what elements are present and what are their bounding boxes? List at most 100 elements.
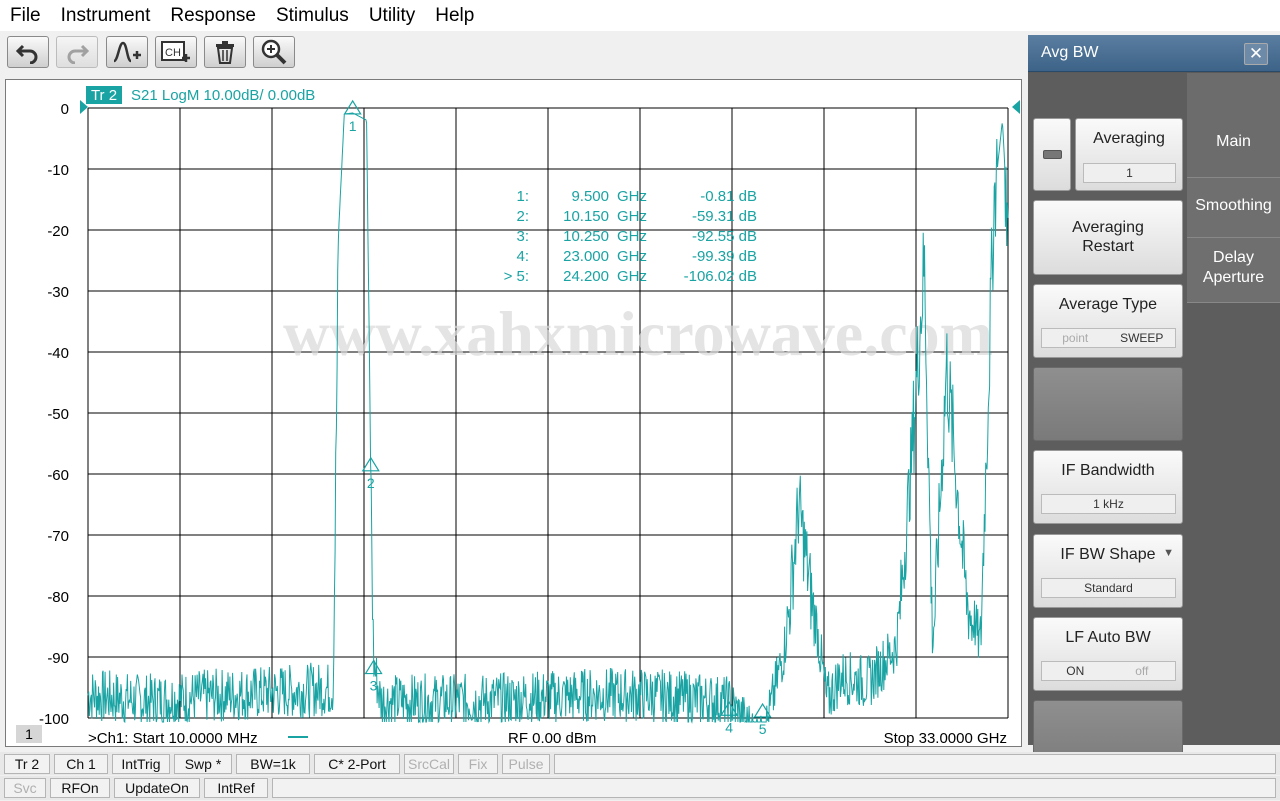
ref-arrow-right (1012, 100, 1020, 114)
menu-instrument[interactable]: Instrument (51, 0, 161, 31)
svg-text:CH: CH (165, 47, 181, 59)
panel-title-bar: Avg BW ✕ (1028, 35, 1280, 72)
status-srccal[interactable]: SrcCal (404, 754, 454, 774)
marker-readout-num: 2: (516, 208, 529, 225)
marker-readout-value: -0.81 dB (700, 188, 757, 205)
menu-bar: File Instrument Response Stimulus Utilit… (0, 0, 1280, 31)
marker-readout-value: -99.39 dB (692, 248, 757, 265)
marker-readout-unit: GHz (617, 248, 647, 265)
menu-utility[interactable]: Utility (359, 0, 425, 31)
average-type-button[interactable]: Average Type point SWEEP (1033, 284, 1183, 358)
trace-plot[interactable]: 0 -10 -20 -30 -40 -50 -60 -70 -80 -90 -100 www.xah… (5, 79, 1022, 747)
menu-file[interactable]: File (0, 0, 51, 31)
average-type-switch[interactable]: point SWEEP (1041, 328, 1176, 348)
y-tick-label: -40 (47, 345, 69, 362)
status-sweep[interactable]: Swp * (174, 754, 232, 774)
redo-button[interactable] (56, 36, 98, 68)
marker-readout-value: -106.02 dB (684, 268, 757, 285)
if-bw-shape-value[interactable]: Standard (1041, 578, 1176, 598)
empty-slot-1 (1033, 367, 1183, 441)
average-type-point[interactable]: point (1042, 329, 1109, 347)
marker-readout-freq: 23.000 (563, 248, 609, 265)
status-bar-top: Tr 2 Ch 1 IntTrig Swp * BW=1k C* 2-Port … (0, 752, 1280, 775)
channel-badge[interactable]: 1 (25, 726, 33, 742)
marker-number: 5 (759, 721, 767, 737)
status-fix[interactable]: Fix (458, 754, 498, 774)
status-channel[interactable]: Ch 1 (54, 754, 108, 774)
status-intref[interactable]: IntRef (204, 778, 268, 798)
marker-readout-freq: 10.250 (563, 228, 609, 245)
marker-readout-unit: GHz (617, 268, 647, 285)
menu-stimulus[interactable]: Stimulus (266, 0, 359, 31)
lf-auto-bw-off[interactable]: off (1109, 662, 1176, 680)
trace-label[interactable]: S21 LogM 10.00dB/ 0.00dB (131, 87, 315, 104)
y-tick-label: -70 (47, 528, 69, 545)
lf-auto-bw-switch[interactable]: ON off (1041, 661, 1176, 681)
trash-icon (216, 41, 234, 64)
status-calibration[interactable]: C* 2-Port (314, 754, 400, 774)
status-trigger[interactable]: IntTrig (112, 754, 170, 774)
averaging-toggle[interactable] (1033, 118, 1071, 191)
y-tick-label: -100 (39, 711, 69, 728)
marker-readout-unit: GHz (617, 228, 647, 245)
status-pulse[interactable]: Pulse (502, 754, 550, 774)
delete-button[interactable] (204, 36, 246, 68)
status-svc[interactable]: Svc (4, 778, 46, 798)
average-type-sweep[interactable]: SWEEP (1109, 329, 1176, 347)
tab-smoothing[interactable]: Smoothing (1187, 177, 1280, 237)
tab-delay-aperture[interactable]: Delay Aperture (1187, 237, 1280, 303)
add-channel-button[interactable]: CH (155, 36, 197, 68)
menu-response[interactable]: Response (160, 0, 266, 31)
marker-readout-freq: 10.150 (563, 208, 609, 225)
marker-number: 3 (370, 678, 378, 694)
status-rfon[interactable]: RFOn (50, 778, 110, 798)
trace-tag[interactable]: Tr 2 (91, 87, 117, 104)
averaging-button[interactable]: Averaging 1 (1075, 118, 1183, 191)
marker-readout-unit: GHz (617, 208, 647, 225)
status-trace[interactable]: Tr 2 (4, 754, 50, 774)
y-tick-label: -20 (47, 223, 69, 240)
if-bandwidth-button[interactable]: IF Bandwidth 1 kHz (1033, 450, 1183, 524)
panel-body: Main Smoothing Delay Aperture Averaging … (1028, 73, 1280, 774)
status-bar-bottom: Svc RFOn UpdateOn IntRef (0, 776, 1280, 800)
y-tick-label: -30 (47, 284, 69, 301)
panel-title: Avg BW (1041, 44, 1099, 61)
averaging-label: Averaging (1093, 130, 1165, 147)
zoom-button[interactable] (253, 36, 295, 68)
add-marker-button[interactable] (106, 36, 148, 68)
marker-number: 1 (349, 118, 357, 134)
if-bandwidth-value[interactable]: 1 kHz (1041, 494, 1176, 514)
stop-freq[interactable]: Stop 33.0000 GHz (884, 730, 1007, 747)
rf-power[interactable]: RF 0.00 dBm (508, 730, 596, 747)
if-bw-shape-label: IF BW Shape (1060, 546, 1156, 563)
marker-readout-num: 1: (516, 188, 529, 205)
averaging-value[interactable]: 1 (1083, 163, 1176, 183)
status-spacer-2 (272, 778, 1276, 798)
avg-bw-panel: Avg BW ✕ Main Smoothing Delay Aperture A… (1028, 35, 1280, 774)
marker-readout-freq: 9.500 (571, 188, 609, 205)
marker-readout-num: 4: (516, 248, 529, 265)
status-bandwidth[interactable]: BW=1k (236, 754, 310, 774)
tab-main[interactable]: Main (1187, 73, 1280, 177)
y-tick-label: -80 (47, 589, 69, 606)
redo-icon (67, 44, 90, 64)
if-bw-shape-button[interactable]: IF BW Shape ▼ Standard (1033, 534, 1183, 608)
chevron-down-icon: ▼ (1163, 547, 1174, 559)
zoom-icon (261, 39, 287, 65)
lf-auto-bw-button[interactable]: LF Auto BW ON off (1033, 617, 1183, 691)
marker-readout-num: 3: (516, 228, 529, 245)
close-icon[interactable]: ✕ (1244, 43, 1268, 65)
status-updateon[interactable]: UpdateOn (114, 778, 200, 798)
undo-button[interactable] (7, 36, 49, 68)
marker-readout-num: > 5: (504, 268, 529, 285)
average-type-label: Average Type (1058, 296, 1158, 313)
menu-help[interactable]: Help (425, 0, 484, 31)
marker-readout-value: -92.55 dB (692, 228, 757, 245)
marker-readout-value: -59.31 dB (692, 208, 757, 225)
undo-icon (15, 44, 38, 64)
averaging-restart-button[interactable]: Averaging Restart (1033, 200, 1183, 275)
marker-readout-freq: 24.200 (563, 268, 609, 285)
lf-auto-bw-on[interactable]: ON (1042, 662, 1109, 680)
start-freq[interactable]: >Ch1: Start 10.0000 MHz (88, 730, 258, 747)
status-spacer-1 (554, 754, 1276, 774)
